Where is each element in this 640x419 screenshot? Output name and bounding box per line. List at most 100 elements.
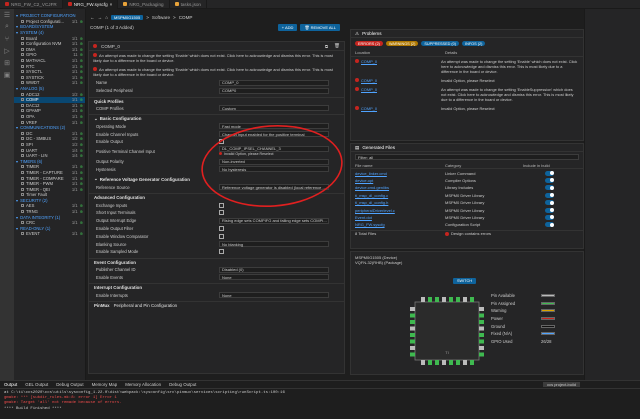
errors-filter[interactable]: ERRORS (2) [355,41,383,46]
remove-all-button[interactable]: 🗑 REMOVE ALL [300,24,340,31]
breadcrumb-software[interactable]: Software [152,15,170,20]
tab-1[interactable]: NRG_FW.syscfg × [62,0,119,9]
chip-pin[interactable] [479,346,484,350]
output-intr-select[interactable]: Rising edge sets COMPIFG and falling edg… [219,217,329,224]
chip-pin[interactable] [410,320,415,324]
search-icon[interactable]: ⌕ [0,21,14,33]
add-icon[interactable]: ⊕ [80,136,83,141]
output-tab-0[interactable]: Output [4,382,17,387]
problem-row[interactable]: COMP_0 An attempt was made to change the … [351,85,583,104]
chip-pin[interactable] [428,297,432,302]
chip-pin[interactable] [470,360,474,365]
problem-location[interactable]: COMP_0 [361,59,377,64]
chip-pin[interactable] [470,297,474,302]
chip-pin[interactable] [421,360,425,365]
interrupts-select[interactable]: None [219,292,329,299]
include-toggle[interactable] [545,170,554,176]
add-icon[interactable]: ⊕ [80,142,83,147]
file-link[interactable]: ti_msp_dl_config.h [355,200,445,205]
chip-pin[interactable] [410,339,415,344]
add-icon[interactable]: ⊕ [80,52,83,57]
infos-filter[interactable]: INFOS (2) [462,41,486,46]
add-icon[interactable]: ⊕ [80,41,83,46]
window-checkbox[interactable] [219,233,224,239]
file-link[interactable]: device.opt [355,178,445,183]
sidebar-item[interactable]: EVENT 1/1 ⊕ [14,231,85,237]
file-link[interactable]: NRG_FW.syscfg [355,222,445,227]
blanking-select[interactable]: No blanking [219,241,329,248]
output-tab-1[interactable]: GEL Output [25,382,48,387]
file-link[interactable]: ti_msp_dl_config.c [355,193,445,198]
add-icon[interactable]: ⊕ [80,164,83,169]
chip-pin[interactable] [442,297,446,302]
sidebar-item[interactable]: ▾ PROJECT CONFIGURATION [14,13,85,19]
publisher-select[interactable]: Disabled (0) [219,266,329,273]
sampled-checkbox[interactable] [219,249,224,255]
add-icon[interactable]: ⊕ [80,97,83,102]
profiles-select[interactable]: Custom [219,105,329,112]
section-event[interactable]: Event Configuration [89,257,344,266]
chip-pin[interactable] [428,360,432,365]
warnings-filter[interactable]: WARNINGS (2) [385,41,419,46]
chip-pin[interactable] [479,313,484,318]
add-icon[interactable]: ⊕ [80,220,83,225]
add-icon[interactable]: ⊕ [80,47,83,52]
chip-pin[interactable] [410,346,415,350]
peripheral-select[interactable]: COMP0 [219,87,329,94]
problem-row[interactable]: COMP_0 Invalid Option, please Reselect [351,104,583,113]
switch-button[interactable]: SWITCH [453,278,476,284]
chip-pin[interactable] [410,307,415,311]
add-icon[interactable]: ⊕ [80,80,83,85]
add-icon[interactable]: ⊕ [80,209,83,214]
include-toggle[interactable] [545,177,554,183]
chip-pin[interactable] [435,360,439,365]
add-icon[interactable]: ⊕ [80,148,83,153]
add-icon[interactable]: ⊕ [80,92,83,97]
add-icon[interactable]: ⊕ [80,19,83,24]
close-icon[interactable]: × [110,2,113,7]
chip-pin[interactable] [479,326,484,331]
output-tab-4[interactable]: Memory Allocation [125,382,161,387]
include-toggle[interactable] [545,222,554,228]
problem-row[interactable]: COMP_0 Invalid Option, please Reselect [351,76,583,85]
add-icon[interactable]: ⊕ [80,114,83,119]
add-icon[interactable]: ⊕ [80,187,83,192]
filter-select[interactable]: Filter: all [355,154,579,160]
add-icon[interactable]: ⊕ [80,69,83,74]
add-icon[interactable]: ⊕ [80,153,83,158]
project-select[interactable]: ccs project-build [543,382,580,387]
file-link[interactable]: Event.dot [355,215,445,220]
include-toggle[interactable] [545,185,554,191]
output-tab-2[interactable]: Debug Output [56,382,83,387]
chip-pin[interactable] [421,297,425,302]
chip-pin[interactable] [479,333,484,337]
add-button[interactable]: + ADD [277,24,298,31]
file-link[interactable]: device.cmd.genlibs [355,185,445,190]
events-select[interactable]: None [219,274,329,281]
extensions-icon[interactable]: ⊞ [0,57,14,69]
section-quick-profiles[interactable]: Quick Profiles [89,96,344,105]
problem-location[interactable]: COMP_0 [361,87,377,92]
suppressed-filter[interactable]: SUPPRESSED (0) [421,41,460,46]
chip-pin[interactable] [479,339,484,344]
add-icon[interactable]: ⊕ [80,75,83,80]
add-icon[interactable]: ⊕ [80,203,83,208]
chip-pin[interactable] [410,352,415,357]
problem-location[interactable]: COMP_0 [361,106,377,111]
add-icon[interactable]: ⊕ [80,58,83,63]
tab-3[interactable]: tasks.json [170,0,207,9]
chip-pin[interactable] [410,313,415,318]
file-link[interactable]: device_linker.cmd [355,171,445,176]
breadcrumb-comp[interactable]: COMP [179,15,193,20]
output-tab-5[interactable]: Debug Output [169,382,196,387]
add-icon[interactable]: ⊕ [80,131,83,136]
chip-pin[interactable] [410,326,415,331]
chip-pin[interactable] [410,333,415,337]
include-toggle[interactable] [545,214,554,220]
chip-pin[interactable] [479,320,484,324]
chip-pin[interactable] [456,297,460,302]
include-toggle[interactable] [545,207,554,213]
include-toggle[interactable] [545,200,554,206]
home-icon[interactable]: ⌂ [105,15,108,20]
output-filter-checkbox[interactable] [219,225,224,231]
